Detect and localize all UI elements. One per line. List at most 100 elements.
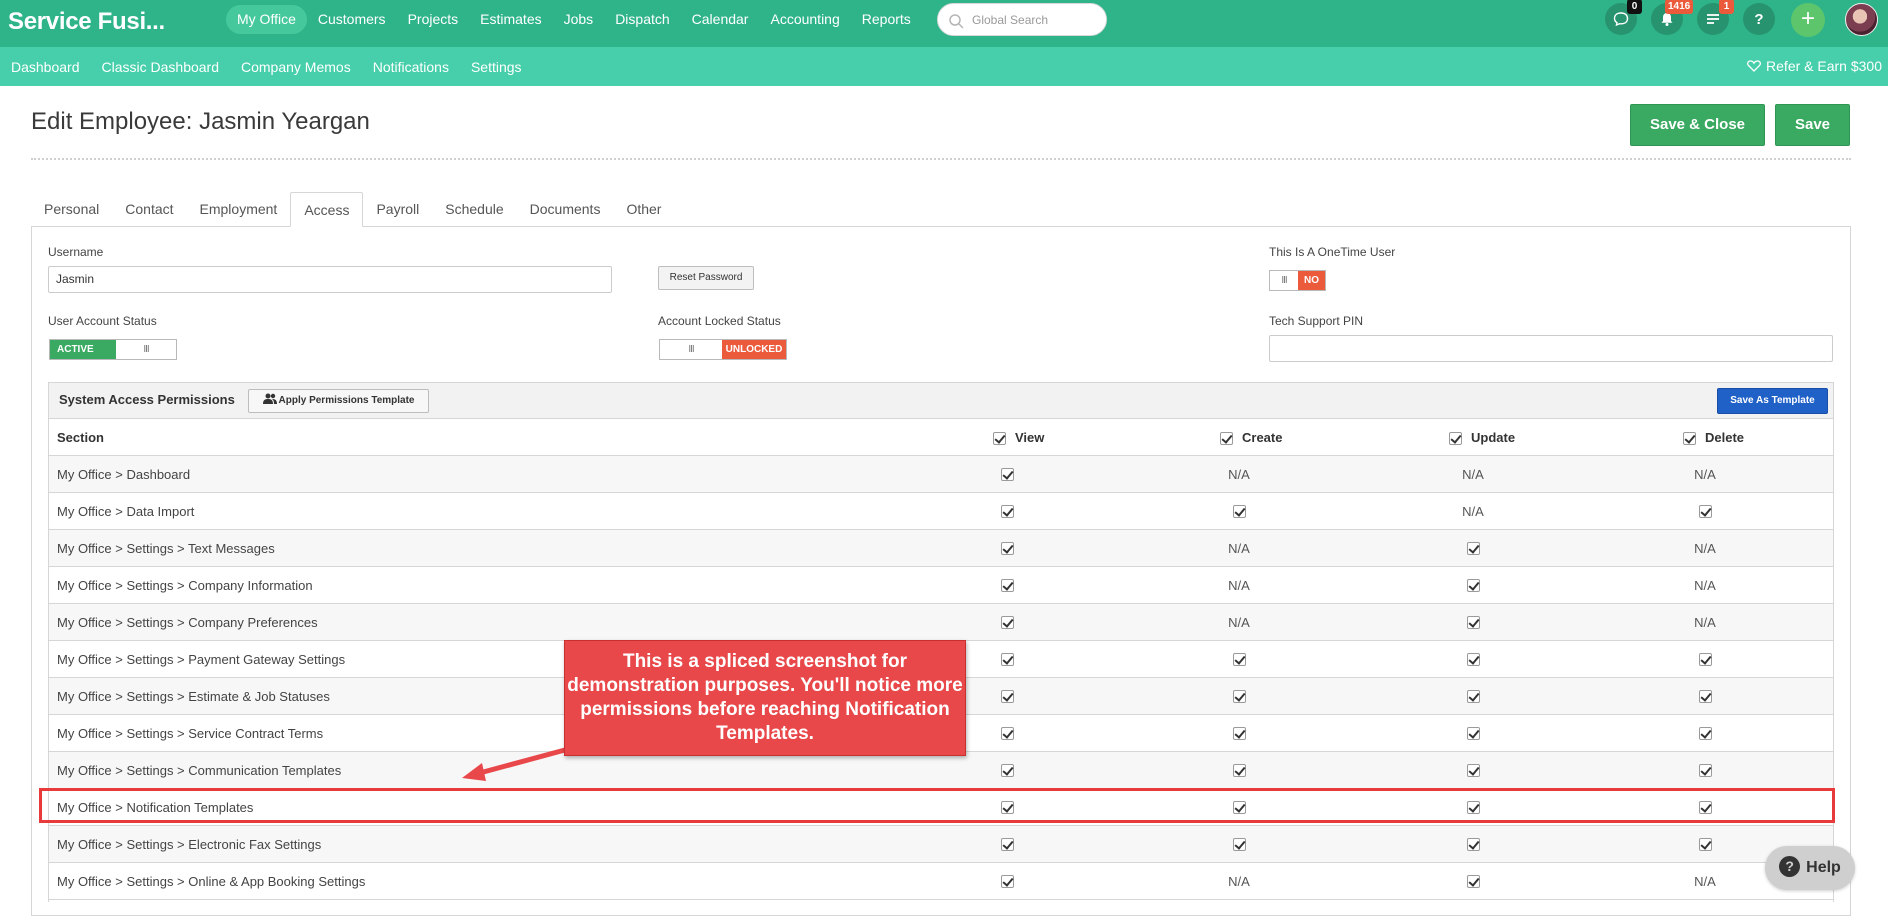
tab-employment[interactable]: Employment <box>187 192 291 226</box>
create-cell <box>1219 726 1259 741</box>
delete-checkbox[interactable] <box>1698 764 1712 778</box>
account-locked-toggle[interactable]: III UNLOCKED <box>659 339 787 360</box>
tech-support-pin-field[interactable] <box>1269 335 1833 362</box>
subnav-classic-dashboard[interactable]: Classic Dashboard <box>91 59 231 75</box>
view-checkbox[interactable] <box>1000 579 1014 593</box>
create-checkbox[interactable] <box>1232 838 1246 852</box>
column-section: Section <box>57 430 104 445</box>
tab-schedule[interactable]: Schedule <box>432 192 516 226</box>
delete-cell <box>1685 837 1725 852</box>
update-checkbox[interactable] <box>1466 690 1480 704</box>
nav-estimates[interactable]: Estimates <box>469 5 552 34</box>
view-checkbox[interactable] <box>1000 542 1014 556</box>
select-all-create-checkbox[interactable] <box>1220 432 1233 446</box>
nav-customers[interactable]: Customers <box>307 5 397 34</box>
update-cell <box>1453 874 1493 889</box>
view-checkbox[interactable] <box>1000 875 1014 889</box>
nav-jobs[interactable]: Jobs <box>553 5 605 34</box>
row-section-label: My Office > Settings > Company Informati… <box>57 578 313 593</box>
chat-button[interactable]: 0 <box>1605 0 1642 35</box>
update-checkbox[interactable] <box>1466 542 1480 556</box>
view-checkbox[interactable] <box>1000 727 1014 741</box>
avatar[interactable] <box>1845 3 1878 36</box>
delete-checkbox[interactable] <box>1698 505 1712 519</box>
help-button[interactable]: ? Help <box>1765 846 1855 890</box>
create-checkbox[interactable] <box>1232 653 1246 667</box>
heart-icon <box>1747 60 1761 72</box>
apply-template-button[interactable]: Apply Permissions Template <box>248 389 429 413</box>
update-checkbox[interactable] <box>1466 875 1480 889</box>
tab-contact[interactable]: Contact <box>112 192 186 226</box>
view-checkbox[interactable] <box>1000 616 1014 630</box>
onetime-user-toggle[interactable]: III NO <box>1269 270 1326 291</box>
nav-calendar[interactable]: Calendar <box>681 5 760 34</box>
account-status-toggle[interactable]: ACTIVE III <box>49 339 177 360</box>
column-create: Create <box>1220 430 1282 446</box>
help-label: Help <box>1806 859 1841 876</box>
create-checkbox[interactable] <box>1232 505 1246 519</box>
create-checkbox[interactable] <box>1232 727 1246 741</box>
nav-projects[interactable]: Projects <box>397 5 470 34</box>
username-field[interactable]: Jasmin <box>48 266 612 293</box>
select-all-delete-checkbox[interactable] <box>1683 432 1696 446</box>
account-status-value: ACTIVE <box>50 340 116 359</box>
account-locked-label: Account Locked Status <box>658 314 781 328</box>
save-close-button[interactable]: Save & Close <box>1630 104 1765 146</box>
update-checkbox[interactable] <box>1466 579 1480 593</box>
save-as-template-button[interactable]: Save As Template <box>1717 388 1828 414</box>
reset-password-button[interactable]: Reset Password <box>658 266 754 290</box>
tasks-count-badge: 1 <box>1719 0 1734 14</box>
subnav-notifications[interactable]: Notifications <box>362 59 460 75</box>
create-checkbox[interactable] <box>1232 690 1246 704</box>
global-search[interactable] <box>937 3 1107 36</box>
update-cell <box>1453 763 1493 778</box>
save-button[interactable]: Save <box>1775 104 1850 146</box>
refer-earn-link[interactable]: Refer & Earn $300 <box>1747 47 1882 86</box>
divider <box>31 158 1851 160</box>
view-checkbox[interactable] <box>1000 505 1014 519</box>
delete-checkbox[interactable] <box>1698 727 1712 741</box>
delete-checkbox[interactable] <box>1698 838 1712 852</box>
update-checkbox[interactable] <box>1466 653 1480 667</box>
search-input[interactable] <box>972 11 1097 29</box>
row-section-label: My Office > Settings > Estimate & Job St… <box>57 689 330 704</box>
row-section-label: My Office > Settings > Online & App Book… <box>57 874 366 889</box>
view-checkbox[interactable] <box>1000 690 1014 704</box>
subnav-dashboard[interactable]: Dashboard <box>0 59 91 75</box>
view-cell <box>987 874 1027 889</box>
delete-checkbox[interactable] <box>1698 653 1712 667</box>
create-checkbox[interactable] <box>1232 764 1246 778</box>
tab-other[interactable]: Other <box>613 192 674 226</box>
update-checkbox[interactable] <box>1466 838 1480 852</box>
view-checkbox[interactable] <box>1000 838 1014 852</box>
view-checkbox[interactable] <box>1000 468 1014 482</box>
select-all-view-checkbox[interactable] <box>993 432 1006 446</box>
tab-access[interactable]: Access <box>290 192 364 227</box>
view-checkbox[interactable] <box>1000 653 1014 667</box>
nav-my-office[interactable]: My Office <box>226 5 307 34</box>
select-all-update-checkbox[interactable] <box>1449 432 1462 446</box>
app-logo[interactable]: Service Fusi... <box>8 8 165 36</box>
view-checkbox[interactable] <box>1000 764 1014 778</box>
delete-checkbox[interactable] <box>1698 690 1712 704</box>
help-icon-button[interactable]: ? <box>1743 3 1775 35</box>
table-row: My Office > Data Import N/A <box>49 493 1833 530</box>
update-checkbox[interactable] <box>1466 727 1480 741</box>
update-checkbox[interactable] <box>1466 764 1480 778</box>
tab-payroll[interactable]: Payroll <box>363 192 432 226</box>
nav-dispatch[interactable]: Dispatch <box>604 5 680 34</box>
delete-cell <box>1685 689 1725 704</box>
refer-label: Refer & Earn $300 <box>1766 58 1882 74</box>
subnav-company-memos[interactable]: Company Memos <box>230 59 362 75</box>
nav-accounting[interactable]: Accounting <box>759 5 850 34</box>
tasks-button[interactable]: 1 <box>1697 0 1734 35</box>
tab-documents[interactable]: Documents <box>517 192 614 226</box>
tab-personal[interactable]: Personal <box>31 192 112 226</box>
subnav-settings[interactable]: Settings <box>460 59 533 75</box>
nav-reports[interactable]: Reports <box>851 5 922 34</box>
view-cell <box>987 652 1027 667</box>
update-checkbox[interactable] <box>1466 616 1480 630</box>
add-new-button[interactable]: + <box>1791 3 1825 37</box>
notifications-button[interactable]: 1416 <box>1651 0 1694 35</box>
username-label: Username <box>48 245 104 259</box>
